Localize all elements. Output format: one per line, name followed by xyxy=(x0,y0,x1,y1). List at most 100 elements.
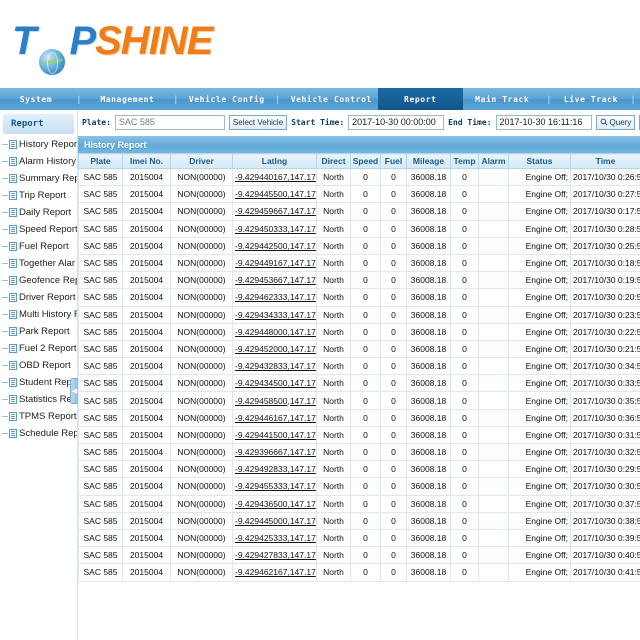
table-row[interactable]: SAC 585 2015004 NON(00000) -9.429453667,147… xyxy=(78,271,640,290)
cell-latlng[interactable]: -9.429492833,147.17 xyxy=(232,460,317,479)
table-row[interactable]: SAC 585 2015004 NON(00000) -9.429442500,147… xyxy=(78,236,640,255)
sidebar-item-history-report[interactable]: History Report xyxy=(0,136,77,153)
column-header-status[interactable]: Status xyxy=(508,153,571,169)
cell-latlng[interactable]: -9.429462333,147.17 xyxy=(232,288,317,307)
sidebar-item-summary-rep[interactable]: Summary Rep xyxy=(0,170,77,187)
table-row[interactable]: SAC 585 2015004 NON(00000) -9.429396667,147… xyxy=(78,442,640,462)
table-row[interactable]: SAC 585 2015004 NON(00000) -9.429446167,147… xyxy=(78,408,640,427)
cell-latlng[interactable]: -9.429427833,147.17 xyxy=(232,546,317,565)
table-row[interactable]: SAC 585 2015004 NON(00000) -9.429445500,147… xyxy=(78,185,640,204)
cell-latlng[interactable]: -9.429459667,147.17 xyxy=(232,202,317,221)
cell-latlng[interactable]: -9.429425333,147.17 xyxy=(232,528,317,548)
table-row[interactable]: SAC 585 2015004 NON(00000) -9.429492833,147… xyxy=(78,460,640,479)
cell-latlng[interactable]: -9.429440167,147.17 xyxy=(232,167,317,187)
column-header-fuel[interactable]: Fuel xyxy=(380,153,407,169)
table-row[interactable]: SAC 585 2015004 NON(00000) -9.429462167,147… xyxy=(78,563,640,582)
sidebar-collapse-toggle[interactable]: ◀ xyxy=(70,378,78,404)
cell-latlng[interactable]: -9.429462167,147.17 xyxy=(232,563,317,582)
column-header-alarm[interactable]: Alarm xyxy=(478,153,509,169)
latlng-link[interactable]: -9.429440167,147.17 xyxy=(235,172,316,182)
cell-latlng[interactable]: -9.429453667,147.17 xyxy=(232,271,317,290)
latlng-link[interactable]: -9.429446167,147.17 xyxy=(235,413,316,423)
latlng-link[interactable]: -9.429458500,147.17 xyxy=(235,396,316,406)
table-row[interactable]: SAC 585 2015004 NON(00000) -9.429458500,147… xyxy=(78,391,640,410)
cell-latlng[interactable]: -9.429434333,147.17 xyxy=(232,305,317,324)
latlng-link[interactable]: -9.429492833,147.17 xyxy=(235,464,316,474)
cell-latlng[interactable]: -9.429396667,147.17 xyxy=(232,442,317,462)
column-header-plate[interactable]: Plate xyxy=(78,153,123,169)
sidebar-item-tpms-report[interactable]: TPMS Report xyxy=(0,408,77,425)
table-row[interactable]: SAC 585 2015004 NON(00000) -9.429432833,147… xyxy=(78,357,640,376)
latlng-link[interactable]: -9.429425333,147.17 xyxy=(235,533,316,543)
table-row[interactable]: SAC 585 2015004 NON(00000) -9.429436500,147… xyxy=(78,494,640,513)
sidebar-item-daily-report[interactable]: Daily Report xyxy=(0,204,77,221)
cell-latlng[interactable]: -9.429445000,147.17 xyxy=(232,511,317,530)
table-row[interactable]: SAC 585 2015004 NON(00000) -9.429425333,147… xyxy=(78,528,640,548)
sidebar-item-speed-report[interactable]: Speed Report xyxy=(0,221,77,238)
table-row[interactable]: SAC 585 2015004 NON(00000) -9.429462333,147… xyxy=(78,288,640,307)
latlng-link[interactable]: -9.429449167,147.17 xyxy=(235,258,316,268)
sidebar-item-trip-report[interactable]: Trip Report xyxy=(0,187,77,204)
nav-item-live-track[interactable]: Live Track xyxy=(556,88,626,110)
latlng-link[interactable]: -9.429396667,147.17 xyxy=(235,447,316,457)
query-button[interactable]: Query xyxy=(595,114,636,130)
nav-item-vehicle-config[interactable]: Vehicle Config xyxy=(183,88,271,110)
table-row[interactable]: SAC 585 2015004 NON(00000) -9.429440167,147… xyxy=(78,167,640,187)
table-row[interactable]: SAC 585 2015004 NON(00000) -9.429452000,147… xyxy=(78,339,640,359)
latlng-link[interactable]: -9.429459667,147.17 xyxy=(235,206,316,216)
cell-latlng[interactable]: -9.429455333,147.17 xyxy=(232,477,317,496)
column-header-time[interactable]: Time xyxy=(570,153,640,169)
sidebar-item-together-alar[interactable]: Together Alar xyxy=(0,255,77,272)
column-header-driver[interactable]: Driver xyxy=(170,153,233,169)
latlng-link[interactable]: -9.429434500,147.17 xyxy=(235,378,316,388)
nav-item-system[interactable]: System xyxy=(0,88,72,110)
sidebar-item-fuel-2-report[interactable]: Fuel 2 Report xyxy=(0,340,77,357)
column-header-imei-no[interactable]: Imei No. xyxy=(122,153,171,169)
latlng-link[interactable]: -9.429445500,147.17 xyxy=(235,189,316,199)
table-row[interactable]: SAC 585 2015004 NON(00000) -9.429427833,147… xyxy=(78,546,640,565)
cell-latlng[interactable]: -9.429448000,147.17 xyxy=(232,322,317,341)
cell-latlng[interactable]: -9.429458500,147.17 xyxy=(232,391,317,410)
sidebar-item-geofence-rep[interactable]: Geofence Rep xyxy=(0,272,77,289)
cell-latlng[interactable]: -9.429436500,147.17 xyxy=(232,494,317,513)
sidebar-item-statistics-rep[interactable]: Statistics Rep xyxy=(0,391,77,408)
column-header-speed[interactable]: Speed xyxy=(350,153,381,169)
nav-item-report[interactable]: Report xyxy=(377,88,463,110)
plate-input[interactable] xyxy=(114,114,225,130)
latlng-link[interactable]: -9.429427833,147.17 xyxy=(235,550,316,560)
cell-latlng[interactable]: -9.429441500,147.17 xyxy=(232,425,317,445)
latlng-link[interactable]: -9.429436500,147.17 xyxy=(235,499,316,509)
cell-latlng[interactable]: -9.429446167,147.17 xyxy=(232,408,317,427)
latlng-link[interactable]: -9.429455333,147.17 xyxy=(235,481,316,491)
end-time-input[interactable] xyxy=(495,114,592,130)
latlng-link[interactable]: -9.429462167,147.17 xyxy=(235,567,316,577)
latlng-link[interactable]: -9.429445000,147.17 xyxy=(235,516,316,526)
cell-latlng[interactable]: -9.429434500,147.17 xyxy=(232,374,317,393)
latlng-link[interactable]: -9.429448000,147.17 xyxy=(235,327,316,337)
latlng-link[interactable]: -9.429453667,147.17 xyxy=(235,275,316,285)
table-row[interactable]: SAC 585 2015004 NON(00000) -9.429441500,147… xyxy=(78,425,640,445)
latlng-link[interactable]: -9.429441500,147.17 xyxy=(235,430,316,440)
table-row[interactable]: SAC 585 2015004 NON(00000) -9.429455333,147… xyxy=(78,477,640,496)
nav-item-management[interactable]: Management xyxy=(86,88,169,110)
start-time-input[interactable] xyxy=(348,114,445,130)
cell-latlng[interactable]: -9.429442500,147.17 xyxy=(232,236,317,255)
table-row[interactable]: SAC 585 2015004 NON(00000) -9.429448000,147… xyxy=(78,322,640,341)
column-header-mileage[interactable]: Mileage xyxy=(406,153,451,169)
latlng-link[interactable]: -9.429442500,147.17 xyxy=(235,241,316,251)
cell-latlng[interactable]: -9.429432833,147.17 xyxy=(232,357,317,376)
sidebar-item-student-repo[interactable]: Student Repo xyxy=(0,374,77,391)
cell-latlng[interactable]: -9.429452000,147.17 xyxy=(232,339,317,359)
table-row[interactable]: SAC 585 2015004 NON(00000) -9.429434500,147… xyxy=(78,374,640,393)
table-row[interactable]: SAC 585 2015004 NON(00000) -9.429449167,147… xyxy=(78,253,640,273)
select-vehicle-button[interactable]: Select Vehicle xyxy=(228,114,288,130)
table-row[interactable]: SAC 585 2015004 NON(00000) -9.429450333,147… xyxy=(78,219,640,238)
table-row[interactable]: SAC 585 2015004 NON(00000) -9.429459667,147… xyxy=(78,202,640,221)
latlng-link[interactable]: -9.429452000,147.17 xyxy=(235,344,316,354)
table-row[interactable]: SAC 585 2015004 NON(00000) -9.429434333,147… xyxy=(78,305,640,324)
cell-latlng[interactable]: -9.429450333,147.17 xyxy=(232,219,317,238)
latlng-link[interactable]: -9.429450333,147.17 xyxy=(235,224,316,234)
cell-latlng[interactable]: -9.429449167,147.17 xyxy=(232,253,317,273)
sidebar-item-alarm-history[interactable]: Alarm History xyxy=(0,153,77,170)
latlng-link[interactable]: -9.429432833,147.17 xyxy=(235,361,316,371)
